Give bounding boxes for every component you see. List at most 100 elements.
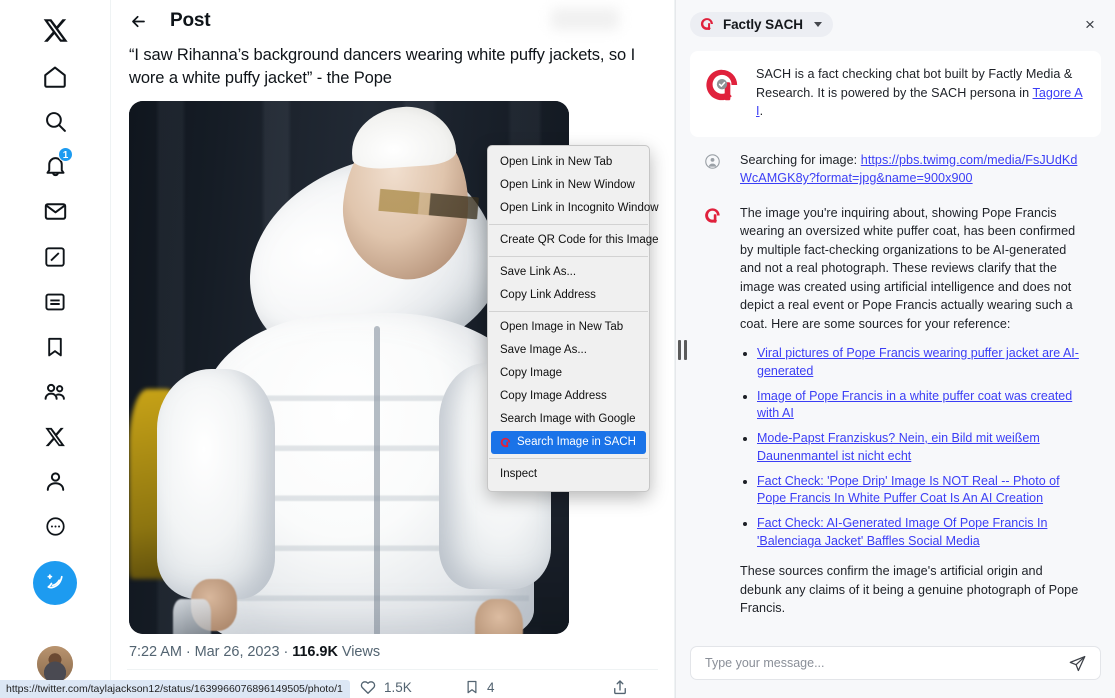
send-message-button[interactable]	[1064, 650, 1090, 676]
sidebar-item-communities[interactable]	[30, 369, 80, 414]
source-link[interactable]: Image of Pope Francis in a white puffer …	[757, 389, 1072, 421]
intro-message: SACH is a fact checking chat bot built b…	[690, 51, 1101, 137]
bot-closing: These sources confirm the image's artifi…	[740, 564, 1079, 615]
meta-sep-1: ·	[185, 644, 191, 660]
browser-context-menu[interactable]: Open Link in New Tab Open Link in New Wi…	[487, 145, 659, 492]
bookmark-count: 4	[487, 679, 495, 695]
menu-item-create-qr-code[interactable]: Create QR Code for this Image	[488, 229, 659, 252]
sach-logo-icon	[700, 18, 713, 30]
heart-icon	[360, 681, 376, 694]
list-item: Image of Pope Francis in a white puffer …	[757, 388, 1085, 423]
x-logo-icon	[43, 18, 68, 42]
menu-item-label: Search Image in SACH	[517, 436, 636, 448]
close-panel-button[interactable]: ×	[1079, 13, 1101, 35]
persona-name: Factly SACH	[723, 16, 803, 32]
menu-item-save-image-as[interactable]: Save Image As...	[488, 339, 649, 362]
user-query-text: Searching for image: https://pbs.twimg.c…	[740, 151, 1085, 188]
user-avatar	[704, 151, 726, 188]
views-label: Views	[341, 644, 381, 660]
persona-selector[interactable]: Factly SACH	[690, 11, 833, 37]
sach-chat-panel: Factly SACH × SACH is a fact checking ch…	[675, 0, 1115, 698]
menu-item-copy-image[interactable]: Copy Image	[488, 362, 649, 385]
chevron-down-icon	[813, 21, 822, 27]
menu-item-open-link-new-window[interactable]: Open Link in New Window	[488, 174, 649, 197]
home-icon	[44, 66, 66, 88]
person-icon	[46, 472, 64, 491]
x-premium-icon	[45, 427, 65, 446]
handle-bar-1	[677, 340, 681, 360]
bookmark-button[interactable]: 4	[464, 679, 569, 695]
post-metadata: 7:22 AM · Mar 26, 2023 · 116.9K Views	[111, 634, 674, 660]
avatar-image	[37, 646, 73, 682]
menu-separator	[489, 256, 648, 257]
chat-message-input[interactable]	[705, 656, 1064, 670]
chat-messages: SACH is a fact checking chat bot built b…	[676, 40, 1115, 642]
account-avatar[interactable]	[37, 646, 73, 682]
bookmark-icon	[467, 680, 477, 694]
sidebar-item-bookmarks[interactable]	[30, 324, 80, 369]
like-button[interactable]: 1.5K	[359, 678, 464, 696]
sach-avatar-large	[704, 65, 742, 121]
list-item: Fact Check: AI-Generated Image Of Pope F…	[757, 515, 1085, 550]
compose-post-button[interactable]	[33, 561, 77, 605]
bot-response-body: The image you're inquiring about, showin…	[740, 204, 1085, 618]
sach-logo-icon	[500, 437, 511, 448]
source-list: Viral pictures of Pope Francis wearing p…	[740, 345, 1085, 550]
like-count: 1.5K	[384, 679, 412, 695]
feather-plus-icon	[47, 574, 63, 589]
menu-item-copy-image-address[interactable]: Copy Image Address	[488, 385, 649, 408]
share-button[interactable]	[611, 678, 636, 696]
sidebar-item-notifications[interactable]: 1	[30, 144, 80, 189]
sidebar-item-messages[interactable]	[30, 189, 80, 234]
panel-resize-handle[interactable]	[676, 338, 688, 362]
menu-item-open-link-incognito[interactable]: Open Link in Incognito Window	[488, 197, 659, 220]
sidebar-item-more[interactable]	[30, 504, 80, 549]
menu-item-copy-link-address[interactable]: Copy Link Address	[488, 284, 649, 307]
communities-icon	[44, 383, 65, 400]
post-text: “I saw Rihanna’s background dancers wear…	[129, 46, 636, 87]
sidebar-item-home[interactable]	[30, 54, 80, 99]
bot-response: The image you're inquiring about, showin…	[690, 200, 1101, 628]
sidebar-item-grok[interactable]	[30, 234, 80, 279]
menu-separator	[489, 311, 648, 312]
menu-item-open-image-new-tab[interactable]: Open Image in New Tab	[488, 316, 649, 339]
sidebar-nav: 1	[0, 0, 110, 698]
intro-text-after: .	[759, 104, 764, 118]
source-link[interactable]: Viral pictures of Pope Francis wearing p…	[757, 346, 1079, 378]
menu-item-inspect[interactable]: Inspect	[488, 463, 649, 486]
sidebar-item-profile[interactable]	[30, 459, 80, 504]
source-link[interactable]: Fact Check: AI-Generated Image Of Pope F…	[757, 516, 1047, 548]
intro-text-before: SACH is a fact checking chat bot built b…	[756, 67, 1073, 100]
menu-item-open-link-new-tab[interactable]: Open Link in New Tab	[488, 151, 649, 174]
image-held-object	[173, 599, 211, 634]
source-link[interactable]: Mode-Papst Franziskus? Nein, ein Bild mi…	[757, 431, 1040, 463]
chat-input-area	[676, 642, 1115, 698]
sidebar-item-lists[interactable]	[30, 279, 80, 324]
menu-item-search-image-sach[interactable]: Search Image in SACH	[491, 431, 646, 454]
meta-sep-2: ·	[283, 644, 289, 660]
list-icon	[45, 293, 65, 310]
menu-item-save-link-as[interactable]: Save Link As...	[488, 261, 649, 284]
back-button[interactable]	[129, 12, 148, 31]
post-date: Mar 26, 2023	[194, 644, 280, 660]
menu-separator	[489, 224, 648, 225]
chat-input-wrapper	[690, 646, 1101, 680]
source-link[interactable]: Fact Check: 'Pope Drip' Image Is NOT Rea…	[757, 474, 1060, 506]
sidebar-item-x-logo[interactable]	[30, 6, 80, 54]
sach-logo-icon	[705, 207, 720, 223]
views-count: 116.9K	[292, 644, 338, 660]
share-icon	[614, 680, 626, 695]
sidebar-item-premium[interactable]	[30, 414, 80, 459]
intro-text: SACH is a fact checking chat bot built b…	[756, 65, 1085, 121]
bookmark-icon	[48, 337, 62, 356]
bot-paragraph: The image you're inquiring about, showin…	[740, 205, 1076, 331]
sach-avatar-small	[704, 204, 726, 618]
user-message: Searching for image: https://pbs.twimg.c…	[690, 143, 1101, 198]
image-coat-sleeve-left	[157, 369, 275, 599]
notifications-badge: 1	[58, 147, 73, 162]
sidebar-item-search[interactable]	[30, 99, 80, 144]
envelope-icon	[44, 203, 66, 220]
arrow-left-icon	[132, 15, 145, 27]
menu-item-search-image-google[interactable]: Search Image with Google	[488, 408, 649, 431]
list-item: Fact Check: 'Pope Drip' Image Is NOT Rea…	[757, 473, 1085, 508]
